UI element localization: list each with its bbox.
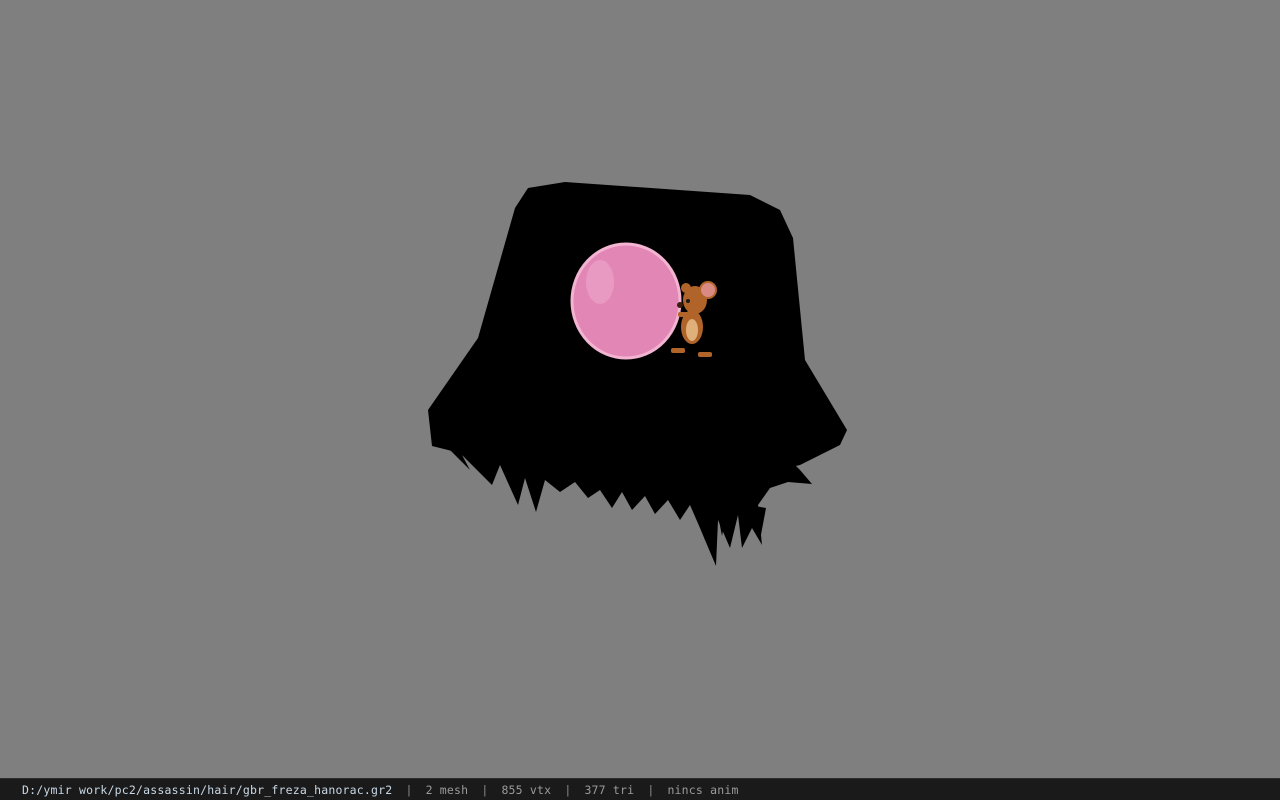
vertex-count: 855 vtx [501,782,552,797]
3d-viewport[interactable] [0,0,1280,778]
model-render [428,182,847,566]
animation-status: nincs anim [667,782,739,797]
mesh-count: 2 mesh [425,782,469,797]
separator: | [405,782,413,797]
file-path: D:/ymir work/pc2/assassin/hair/gbr_freza… [22,782,393,797]
triangle-count: 377 tri [584,782,635,797]
status-bar: D:/ymir work/pc2/assassin/hair/gbr_freza… [0,778,1280,800]
separator: | [647,782,655,797]
separator: | [564,782,572,797]
separator: | [481,782,489,797]
